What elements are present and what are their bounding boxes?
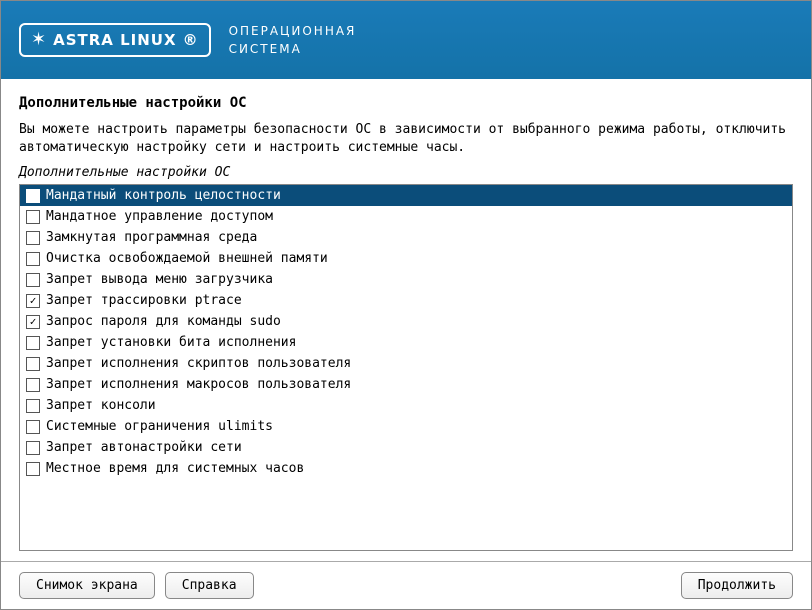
option-row[interactable]: Запрет исполнения скриптов пользователя [20,353,792,374]
checkbox-icon[interactable] [26,441,40,455]
option-row[interactable]: Мандатное управление доступом [20,206,792,227]
option-row[interactable]: Запрет автонастройки сети [20,437,792,458]
installer-header: ✶ ASTRA LINUX ® ОПЕРАЦИОННАЯ СИСТЕМА [1,1,811,79]
checkbox-icon[interactable] [26,252,40,266]
option-label: Запрет трассировки ptrace [46,293,242,308]
option-row[interactable]: Системные ограничения ulimits [20,416,792,437]
option-label: Системные ограничения ulimits [46,419,273,434]
checkbox-icon[interactable] [26,294,40,308]
content-area: Дополнительные настройки ОС Вы можете на… [1,79,811,561]
option-row[interactable]: Мандатный контроль целостности [20,185,792,206]
option-label: Мандатный контроль целостности [46,188,281,203]
checkbox-icon[interactable] [26,336,40,350]
screenshot-button[interactable]: Снимок экрана [19,572,155,599]
option-row[interactable]: Очистка освобождаемой внешней памяти [20,248,792,269]
option-label: Местное время для системных часов [46,461,304,476]
option-row[interactable]: Замкнутая программная среда [20,227,792,248]
continue-button[interactable]: Продолжить [681,572,793,599]
option-row[interactable]: Запрет исполнения макросов пользователя [20,374,792,395]
header-subtitle-line2: СИСТЕМА [229,40,357,58]
checkbox-icon[interactable] [26,273,40,287]
checkbox-icon[interactable] [26,189,40,203]
option-label: Запрет консоли [46,398,156,413]
page-description: Вы можете настроить параметры безопаснос… [19,121,793,157]
page-title: Дополнительные настройки ОС [19,95,793,111]
checkbox-icon[interactable] [26,399,40,413]
option-row[interactable]: Запрет установки бита исполнения [20,332,792,353]
logo: ✶ ASTRA LINUX ® [19,23,211,57]
star-icon: ✶ [31,31,47,49]
option-row[interactable]: Запрос пароля для команды sudo [20,311,792,332]
option-row[interactable]: Запрет вывода меню загрузчика [20,269,792,290]
options-list: Мандатный контроль целостности Мандатное … [19,184,793,551]
checkbox-icon[interactable] [26,231,40,245]
header-subtitle: ОПЕРАЦИОННАЯ СИСТЕМА [229,22,357,58]
checkbox-icon[interactable] [26,420,40,434]
option-label: Замкнутая программная среда [46,230,257,245]
option-label: Запрос пароля для команды sudo [46,314,281,329]
checkbox-icon[interactable] [26,315,40,329]
help-button[interactable]: Справка [165,572,254,599]
checkbox-icon[interactable] [26,210,40,224]
logo-text: ASTRA LINUX [53,31,176,49]
option-label: Мандатное управление доступом [46,209,273,224]
option-row[interactable]: Местное время для системных часов [20,458,792,479]
option-row[interactable]: Запрет консоли [20,395,792,416]
option-row[interactable]: Запрет трассировки ptrace [20,290,792,311]
checkbox-icon[interactable] [26,357,40,371]
checkbox-icon[interactable] [26,378,40,392]
footer-bar: Снимок экрана Справка Продолжить [1,561,811,609]
option-label: Запрет автонастройки сети [46,440,242,455]
header-subtitle-line1: ОПЕРАЦИОННАЯ [229,22,357,40]
logo-suffix: ® [183,31,199,49]
section-label: Дополнительные настройки ОС [19,165,793,180]
option-label: Запрет исполнения макросов пользователя [46,377,351,392]
option-label: Запрет установки бита исполнения [46,335,296,350]
option-label: Запрет исполнения скриптов пользователя [46,356,351,371]
option-label: Запрет вывода меню загрузчика [46,272,273,287]
option-label: Очистка освобождаемой внешней памяти [46,251,328,266]
checkbox-icon[interactable] [26,462,40,476]
